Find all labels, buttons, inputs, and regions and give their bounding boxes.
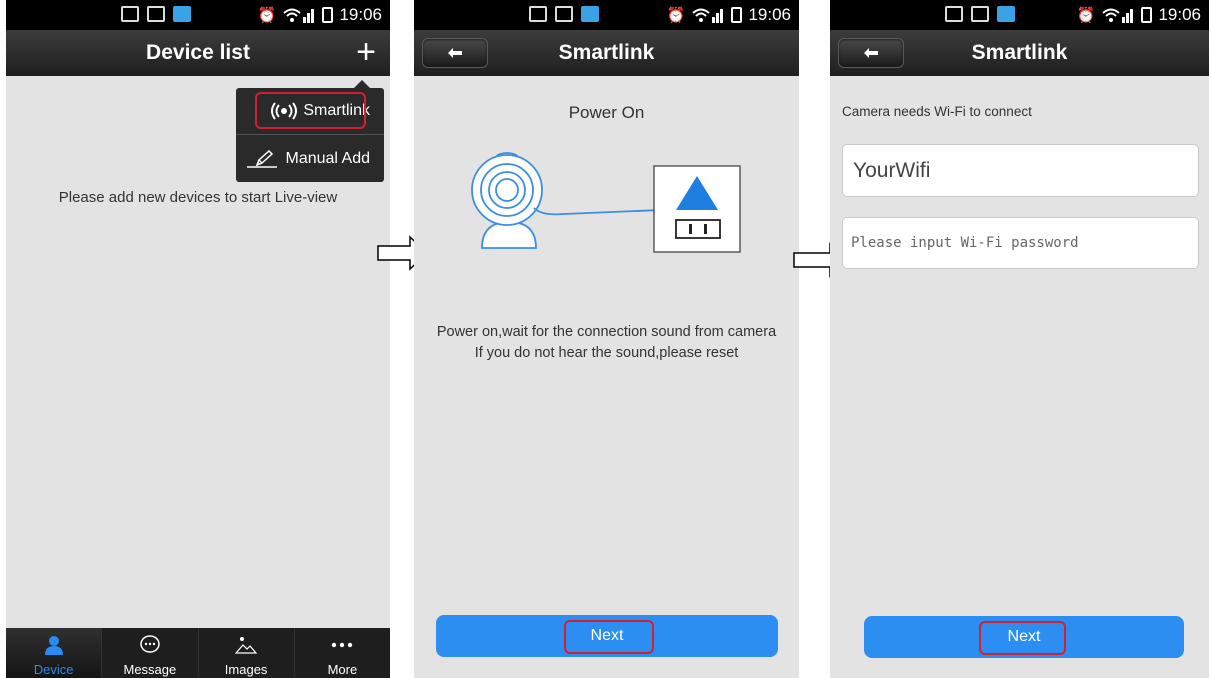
system-icons: ⏰ 19:06 [258,5,382,25]
notification-icons [121,6,191,22]
person-icon [44,636,63,655]
title-bar: Device list + [6,30,390,76]
status-time: 19:06 [748,5,791,24]
menu-item-label: Manual Add [285,150,370,167]
tab-label: Message [123,662,177,677]
bottom-tab-bar: Device Message Images More [6,628,390,678]
tab-label: Images [224,662,268,677]
instruction-line: Power on,wait for the connection sound f… [436,324,777,340]
wifi-password-input[interactable] [851,218,1198,268]
battery-icon [322,7,334,23]
title-bar: Smartlink [414,30,799,76]
next-highlight [979,621,1066,655]
add-device-button[interactable]: + [356,34,376,70]
tutorial-page: ⏰ 19:06 Device list + Smartlink Manual A… [0,0,1209,678]
page-title: Device list [146,41,250,64]
power-outlet-icon [653,165,741,253]
gallery-icon [147,6,165,22]
menu-item-manual-add[interactable]: Manual Add [236,136,384,182]
tab-message[interactable]: Message [101,628,197,678]
wifi-signal-icon [692,8,724,23]
wifi-password-field-wrap [842,217,1199,269]
tab-label: Device [33,662,74,677]
wifi-signal-icon [1102,8,1134,23]
mail-icon [121,6,139,22]
gallery-icon [555,6,573,22]
smartlink-power-screen: ⏰ 19:06 Smartlink Power On Power on,wait… [414,0,799,678]
alarm-icon: ⏰ [257,7,277,24]
wifi-signal-icon [283,8,315,23]
system-icons: ⏰ 19:06 [667,5,791,25]
tab-device[interactable]: Device [6,628,102,678]
status-bar: ⏰ 19:06 [830,0,1209,30]
tab-label: More [327,662,358,677]
app-icon [581,6,599,22]
wifi-ssid-field[interactable]: YourWifi [842,144,1199,197]
chat-bubble-icon [140,635,160,653]
status-time: 19:06 [1158,5,1201,24]
alarm-icon: ⏰ [666,7,686,24]
image-icon [235,637,258,654]
page-title: Smartlink [558,41,655,64]
title-bar: Smartlink [830,30,1209,76]
app-icon [173,6,191,22]
camera-icon [471,152,543,249]
battery-icon [1141,7,1153,23]
app-icon [997,6,1015,22]
power-on-heading: Power On [568,103,645,122]
notification-icons [529,6,599,22]
empty-state-message: Please add new devices to start Live-vie… [58,189,338,206]
alarm-icon: ⏰ [1076,7,1096,24]
status-bar: ⏰ 19:06 [6,0,390,30]
next-highlight [564,620,654,654]
device-list-screen: ⏰ 19:06 Device list + Smartlink Manual A… [6,0,390,678]
gallery-icon [971,6,989,22]
menu-divider [236,134,384,135]
page-title: Smartlink [971,41,1068,64]
smartlink-wifi-screen: ⏰ 19:06 Smartlink Camera needs Wi-Fi to … [830,0,1209,678]
pencil-icon [247,149,278,168]
system-icons: ⏰ 19:06 [1077,5,1201,25]
battery-icon [731,7,743,23]
connection-instructions: Power on,wait for the connection sound f… [414,322,799,364]
mail-icon [945,6,963,22]
wifi-prompt: Camera needs Wi-Fi to connect [842,104,1032,119]
more-dots-icon [332,642,353,648]
tab-images[interactable]: Images [197,628,294,678]
tab-more[interactable]: More [293,628,390,678]
status-time: 19:06 [339,5,382,24]
status-bar: ⏰ 19:06 [414,0,799,30]
smartlink-highlight [255,92,366,129]
notification-icons [945,6,1015,22]
camera-power-illustration [471,152,741,253]
instruction-line: If you do not hear the sound,please rese… [474,345,739,361]
mail-icon [529,6,547,22]
